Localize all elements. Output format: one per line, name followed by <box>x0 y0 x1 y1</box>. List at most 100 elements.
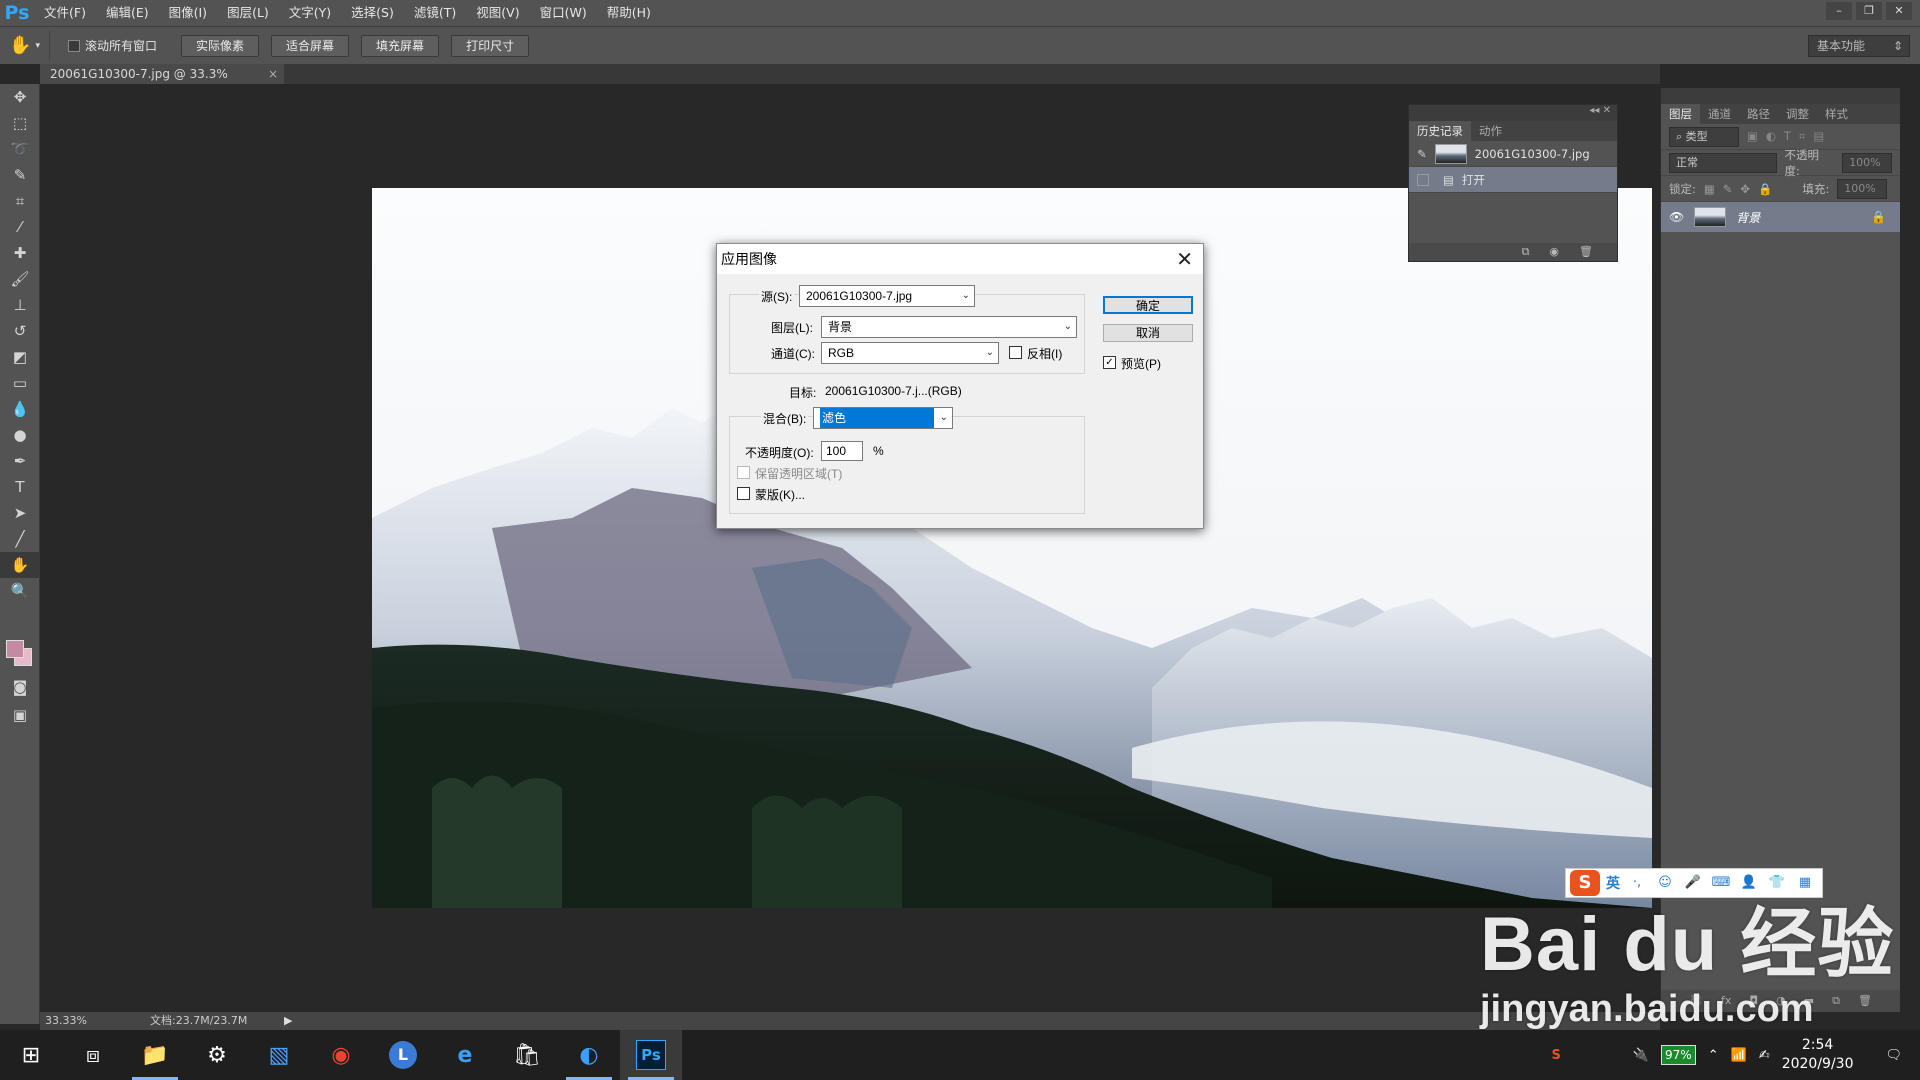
marquee-tool-icon[interactable]: ⬚ <box>0 110 40 136</box>
mask-checkbox[interactable] <box>737 487 750 500</box>
status-menu-arrow-icon[interactable]: ▶ <box>284 1012 292 1030</box>
chevron-up-icon[interactable]: ⌃ <box>1708 1048 1719 1063</box>
scroll-all-windows-checkbox[interactable]: 滚动所有窗口 <box>68 37 157 54</box>
quick-select-tool-icon[interactable]: ✎ <box>0 162 40 188</box>
invert-checkbox[interactable] <box>1009 346 1022 359</box>
tab-actions[interactable]: 动作 <box>1471 121 1510 141</box>
screen-mode-icon[interactable]: ▣ <box>0 702 40 728</box>
crop-tool-icon[interactable]: ⌗ <box>0 188 40 214</box>
actual-pixels-button[interactable]: 实际像素 <box>181 34 260 57</box>
print-size-button[interactable]: 打印尺寸 <box>451 34 530 57</box>
path-select-tool-icon[interactable]: ➤ <box>0 500 40 526</box>
source-select[interactable]: 20061G10300-7.jpg ⌄ <box>799 285 975 307</box>
layers-panel-header[interactable] <box>1661 88 1900 104</box>
clock[interactable]: 2:54 2020/9/30 <box>1782 1036 1854 1074</box>
sogou-logo[interactable]: S <box>1570 870 1600 896</box>
tab-channels[interactable]: 通道 <box>1700 104 1739 124</box>
lasso-tool-icon[interactable]: ➰ <box>0 136 40 162</box>
preview-checkbox[interactable]: ✓ <box>1103 356 1116 369</box>
layer-blend-select[interactable]: 正常 <box>1669 152 1777 173</box>
zoom-level[interactable]: 33.33% <box>45 1012 87 1030</box>
pen-icon[interactable]: ✍ <box>1759 1048 1770 1063</box>
emoji-icon[interactable]: ☺ <box>1654 872 1676 894</box>
qq-browser-icon[interactable]: ◐ <box>558 1030 620 1080</box>
opacity-input[interactable]: 100% <box>1842 152 1892 173</box>
dialog-titlebar[interactable]: 应用图像 ✕ <box>717 244 1203 274</box>
menu-help[interactable]: 帮助(H) <box>597 0 661 26</box>
notification-icon[interactable]: 🗨 <box>1885 1048 1902 1063</box>
blur-tool-icon[interactable]: 💧 <box>0 396 40 422</box>
keyboard-icon[interactable]: ⌨ <box>1710 872 1732 894</box>
zoom-tool-icon[interactable]: 🔍 <box>0 578 40 604</box>
chrome-icon[interactable]: ◉ <box>310 1030 372 1080</box>
lock-icons[interactable]: ▦✎✥🔒 <box>1704 182 1780 196</box>
cancel-button[interactable]: 取消 <box>1103 324 1193 342</box>
tab-history[interactable]: 历史记录 <box>1409 121 1471 141</box>
power-plug-icon[interactable]: 🔌 <box>1633 1048 1649 1063</box>
close-button[interactable]: ✕ <box>1886 2 1912 20</box>
wifi-icon[interactable]: 📶 <box>1731 1048 1747 1063</box>
document-tab[interactable]: 20061G10300-7.jpg @ 33.3%(RGB/8#) × <box>40 64 284 101</box>
tab-adjustments[interactable]: 调整 <box>1778 104 1817 124</box>
user-icon[interactable]: 👤 <box>1738 872 1760 894</box>
pen-tool-icon[interactable]: ✒ <box>0 448 40 474</box>
type-tool-icon[interactable]: T <box>0 474 40 500</box>
new-document-from-state-icon[interactable]: ⧉ <box>1522 243 1530 261</box>
history-item-open[interactable]: ▤ 打开 <box>1409 167 1617 193</box>
menu-type[interactable]: 文字(Y) <box>279 0 341 26</box>
hand-tool-icon[interactable]: ✋ <box>0 552 40 578</box>
menu-layer[interactable]: 图层(L) <box>217 0 279 26</box>
start-button-windows-icon[interactable]: ⊞ <box>0 1030 62 1080</box>
hand-tool-preset-icon[interactable]: ✋ ▾ <box>0 30 50 61</box>
layer-row-background[interactable]: 👁 背景 🔒 <box>1661 202 1900 232</box>
trash-icon[interactable]: 🗑 <box>1579 243 1593 261</box>
history-snapshot-row[interactable]: ✎ 20061G10300-7.jpg <box>1409 141 1617 167</box>
layer-select[interactable]: 背景 ⌄ <box>821 316 1077 338</box>
internet-explorer-icon[interactable]: e <box>434 1030 496 1080</box>
line-tool-icon[interactable]: ╱ <box>0 526 40 552</box>
toolbox-icon[interactable]: ▦ <box>1794 872 1816 894</box>
menu-window[interactable]: 窗口(W) <box>530 0 597 26</box>
dialog-close-icon[interactable]: ✕ <box>1176 244 1193 274</box>
gradient-tool-icon[interactable]: ▭ <box>0 370 40 396</box>
healing-brush-tool-icon[interactable]: ✚ <box>0 240 40 266</box>
eyedropper-tool-icon[interactable]: ⁄ <box>0 214 40 240</box>
punctuation-icon[interactable]: ·, <box>1626 872 1648 894</box>
microphone-icon[interactable]: 🎤 <box>1682 872 1704 894</box>
photos-app-icon[interactable]: ▧ <box>248 1030 310 1080</box>
camera-icon[interactable]: ◉ <box>1549 243 1559 261</box>
panel-collapse-icon[interactable]: ◂◂ ✕ <box>1589 105 1611 116</box>
sogou-tray-icon[interactable]: S <box>1551 1048 1560 1063</box>
menu-view[interactable]: 视图(V) <box>466 0 529 26</box>
tab-paths[interactable]: 路径 <box>1739 104 1778 124</box>
battery-indicator[interactable]: 97% <box>1661 1045 1696 1065</box>
channel-select[interactable]: RGB ⌄ <box>821 342 999 364</box>
quick-mask-icon[interactable]: ◙ <box>0 674 40 700</box>
eraser-tool-icon[interactable]: ◩ <box>0 344 40 370</box>
visibility-eye-icon[interactable]: 👁 <box>1669 210 1684 224</box>
tab-styles[interactable]: 样式 <box>1817 104 1856 124</box>
preserve-transparency-checkbox[interactable] <box>737 466 750 479</box>
blend-mode-select[interactable]: 滤色 ⌄ <box>813 407 953 429</box>
close-tab-icon[interactable]: × <box>268 64 278 84</box>
layer-filter-select[interactable]: ⌕ 类型 <box>1669 126 1739 147</box>
menu-file[interactable]: 文件(F) <box>34 0 96 26</box>
settings-gear-icon[interactable]: ⚙ <box>186 1030 248 1080</box>
store-bag-icon[interactable]: 🛍 <box>496 1030 558 1080</box>
opacity-input[interactable]: 100 <box>821 441 863 461</box>
menu-edit[interactable]: 编辑(E) <box>96 0 159 26</box>
file-explorer-icon[interactable]: 📁 <box>124 1030 186 1080</box>
dodge-tool-icon[interactable]: ● <box>0 422 40 448</box>
filter-icons[interactable]: ▣◐T⌗▤ <box>1747 129 1832 144</box>
menu-filter[interactable]: 滤镜(T) <box>404 0 466 26</box>
history-brush-tool-icon[interactable]: ↺ <box>0 318 40 344</box>
tab-layers[interactable]: 图层 <box>1661 104 1700 124</box>
fill-input[interactable]: 100% <box>1837 178 1888 199</box>
skin-icon[interactable]: 👕 <box>1766 872 1788 894</box>
stamp-tool-icon[interactable]: ⊥ <box>0 292 40 318</box>
restore-button[interactable]: ❐ <box>1856 2 1882 20</box>
checkbox-box[interactable] <box>68 39 80 52</box>
task-view-icon[interactable]: ⧈ <box>62 1030 124 1080</box>
history-panel-header[interactable]: ◂◂ ✕ <box>1409 105 1617 121</box>
foreground-color-swatch[interactable] <box>6 640 24 658</box>
